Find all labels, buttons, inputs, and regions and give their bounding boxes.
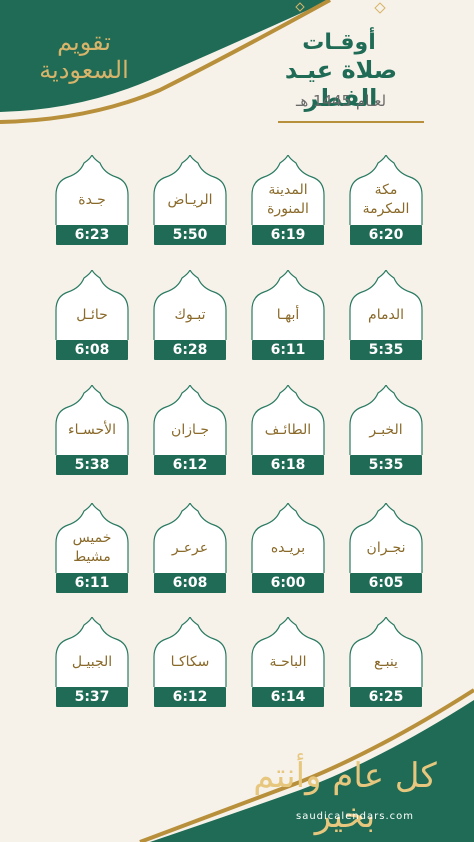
prayer-time: 6:18 bbox=[252, 455, 324, 475]
city-card: المدينة المنورة 6:19 bbox=[250, 155, 326, 245]
city-name: سكاكـا bbox=[170, 653, 210, 670]
prayer-time: 5:38 bbox=[56, 455, 128, 475]
city-name: الجبيـل bbox=[71, 653, 113, 670]
city-card: الطائـف 6:18 bbox=[250, 385, 326, 475]
city-card: ينبـع 6:25 bbox=[348, 617, 424, 707]
prayer-time: 5:37 bbox=[56, 687, 128, 707]
city-name: الريـاض bbox=[167, 191, 213, 208]
city-card: نجـران 6:05 bbox=[348, 503, 424, 593]
city-card: الأحسـاء 5:38 bbox=[54, 385, 130, 475]
city-card: الباحـة 6:14 bbox=[250, 617, 326, 707]
website-text: saudicalendars.com bbox=[295, 811, 415, 822]
city-card: بريـده 6:00 bbox=[250, 503, 326, 593]
city-name: أبهـا bbox=[276, 306, 300, 323]
title-line-1: أوقـات bbox=[302, 30, 376, 55]
prayer-time: 6:11 bbox=[252, 340, 324, 360]
prayer-time: 5:35 bbox=[350, 455, 422, 475]
city-name: الدمام bbox=[368, 306, 404, 323]
city-card: الخبـر 5:35 bbox=[348, 385, 424, 475]
city-name: مكة المكرمة bbox=[362, 182, 410, 217]
prayer-time: 6:14 bbox=[252, 687, 324, 707]
city-card: الجبيـل 5:37 bbox=[54, 617, 130, 707]
prayer-time: 6:23 bbox=[56, 225, 128, 245]
city-card: مكة المكرمة 6:20 bbox=[348, 155, 424, 245]
prayer-time: 6:08 bbox=[56, 340, 128, 360]
prayer-time: 6:11 bbox=[56, 573, 128, 593]
prayer-time: 5:35 bbox=[350, 340, 422, 360]
brand-logo-text: تقويم السعودية bbox=[39, 28, 129, 84]
city-card: أبهـا 6:11 bbox=[250, 270, 326, 360]
city-name: بريـده bbox=[270, 539, 306, 556]
title-year: لعـام 1445 هـ bbox=[295, 92, 387, 110]
city-card: جـازان 6:12 bbox=[152, 385, 228, 475]
city-name: خميس مشيط bbox=[72, 530, 112, 565]
prayer-time: 6:19 bbox=[252, 225, 324, 245]
city-card: الريـاض 5:50 bbox=[152, 155, 228, 245]
city-card: عرعـر 6:08 bbox=[152, 503, 228, 593]
city-name: ينبـع bbox=[374, 653, 398, 670]
city-name: حائـل bbox=[76, 306, 108, 323]
title-underline bbox=[278, 121, 424, 123]
prayer-time: 6:28 bbox=[154, 340, 226, 360]
prayer-time: 5:50 bbox=[154, 225, 226, 245]
city-name: الأحسـاء bbox=[68, 421, 116, 438]
city-card: جـدة 6:23 bbox=[54, 155, 130, 245]
prayer-time: 6:12 bbox=[154, 455, 226, 475]
city-name: المدينة المنورة bbox=[267, 182, 309, 217]
city-name: تبـوك bbox=[174, 306, 206, 323]
page: تقويم السعودية أوقـات صلاة عيـد الفطر لع… bbox=[0, 0, 474, 842]
city-name: عرعـر bbox=[171, 539, 209, 556]
prayer-time: 6:00 bbox=[252, 573, 324, 593]
prayer-time: 6:12 bbox=[154, 687, 226, 707]
greeting-calligraphy: كل عام وأنتم بخير bbox=[253, 756, 437, 836]
city-card: حائـل 6:08 bbox=[54, 270, 130, 360]
city-card: سكاكـا 6:12 bbox=[152, 617, 228, 707]
prayer-time: 6:20 bbox=[350, 225, 422, 245]
city-name: الخبـر bbox=[369, 421, 403, 438]
city-name: جـدة bbox=[78, 191, 106, 208]
city-name: الباحـة bbox=[269, 653, 307, 670]
city-name: جـازان bbox=[171, 421, 209, 438]
city-name: الطائـف bbox=[264, 421, 312, 438]
city-card: خميس مشيط 6:11 bbox=[54, 503, 130, 593]
prayer-time: 6:25 bbox=[350, 687, 422, 707]
prayer-time: 6:05 bbox=[350, 573, 422, 593]
city-card: الدمام 5:35 bbox=[348, 270, 424, 360]
city-card: تبـوك 6:28 bbox=[152, 270, 228, 360]
prayer-time: 6:08 bbox=[154, 573, 226, 593]
city-name: نجـران bbox=[366, 539, 406, 556]
